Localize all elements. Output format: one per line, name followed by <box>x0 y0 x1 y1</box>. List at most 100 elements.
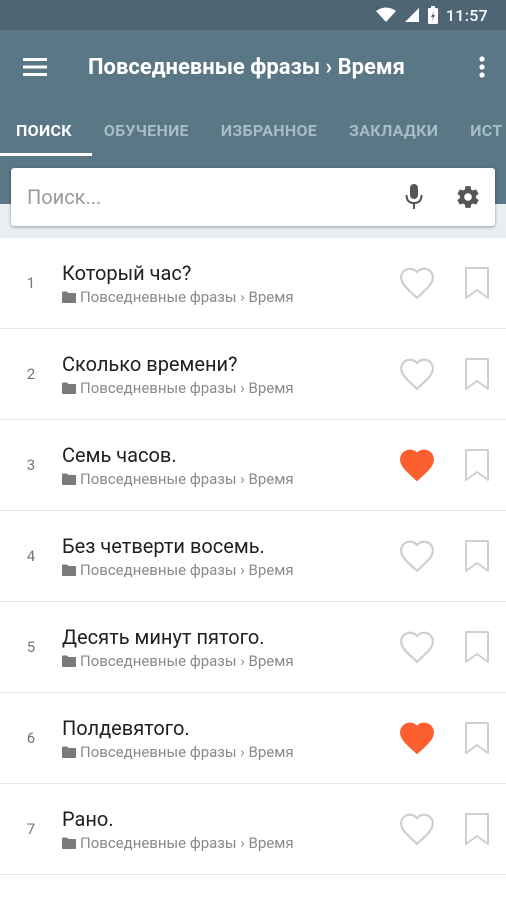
list-item[interactable]: 5 Десять минут пятого. Повседневные фраз… <box>0 602 506 693</box>
list-item[interactable]: 1 Который час? Повседневные фразы › Врем… <box>0 238 506 329</box>
search-settings-button[interactable] <box>441 184 495 210</box>
search-input[interactable]: Поиск... <box>11 168 495 226</box>
hamburger-icon <box>23 58 47 76</box>
list-item[interactable]: 2 Сколько времени? Повседневные фразы › … <box>0 329 506 420</box>
category-path: Повседневные фразы › Время <box>62 652 386 670</box>
search-area: Поиск... <box>0 156 506 238</box>
item-text-block: Сколько времени? Повседневные фразы › Вр… <box>62 352 386 397</box>
page-title: Повседневные фразы › Время <box>88 54 405 80</box>
heart-icon <box>400 267 434 300</box>
item-number: 2 <box>26 365 36 383</box>
phrase-text: Сколько времени? <box>62 351 238 376</box>
folder-icon <box>62 382 76 394</box>
bookmark-button[interactable] <box>448 721 506 755</box>
phrase-list: 1 Который час? Повседневные фразы › Врем… <box>0 238 506 900</box>
phrase-text: Десять минут пятого. <box>62 624 265 649</box>
phrase-text: Который час? <box>62 260 192 285</box>
category-path-label: Повседневные фразы › Время <box>80 560 294 579</box>
folder-icon <box>62 473 76 485</box>
tab-bar: ПОИСК ОБУЧЕНИЕ ИЗБРАННОЕ ЗАКЛАДКИ ИСТ <box>0 104 506 156</box>
battery-icon <box>427 6 438 24</box>
list-item[interactable]: 7 Рано. Повседневные фразы › Время <box>0 784 506 875</box>
heart-icon <box>400 358 434 391</box>
menu-button[interactable] <box>0 57 70 77</box>
bookmark-icon <box>465 449 489 481</box>
heart-icon <box>400 813 434 846</box>
search-placeholder: Поиск... <box>27 185 102 209</box>
category-path: Повседневные фразы › Время <box>62 743 386 761</box>
bookmark-button[interactable] <box>448 630 506 664</box>
status-time: 11:57 <box>445 5 488 25</box>
status-bar: 11:57 <box>0 0 506 30</box>
category-path: Повседневные фразы › Время <box>62 561 386 579</box>
item-text-block: Рано. Повседневные фразы › Время <box>62 807 386 852</box>
bookmark-button[interactable] <box>448 266 506 300</box>
category-path: Повседневные фразы › Время <box>62 379 386 397</box>
list-item[interactable]: 6 Полдевятого. Повседневные фразы › Врем… <box>0 693 506 784</box>
heart-icon <box>400 540 434 573</box>
category-path: Повседневные фразы › Время <box>62 834 386 852</box>
folder-icon <box>62 564 76 576</box>
item-number: 4 <box>26 547 36 565</box>
bookmark-button[interactable] <box>448 448 506 482</box>
item-number: 5 <box>26 638 36 656</box>
tab-learning[interactable]: ОБУЧЕНИЕ <box>88 104 205 156</box>
item-number: 6 <box>26 729 36 747</box>
tab-bookmarks[interactable]: ЗАКЛАДКИ <box>333 104 454 156</box>
favorite-button[interactable] <box>386 355 448 393</box>
bookmark-button[interactable] <box>448 539 506 573</box>
favorite-button[interactable] <box>386 628 448 666</box>
category-path-label: Повседневные фразы › Время <box>80 833 294 852</box>
item-text-block: Без четверти восемь. Повседневные фразы … <box>62 534 386 579</box>
folder-icon <box>62 291 76 303</box>
category-path: Повседневные фразы › Время <box>62 288 386 306</box>
tab-search[interactable]: ПОИСК <box>0 104 88 156</box>
heart-icon <box>400 722 434 755</box>
phrase-text: Семь часов. <box>62 442 177 467</box>
bookmark-icon <box>465 631 489 663</box>
bookmark-button[interactable] <box>448 357 506 391</box>
category-path-label: Повседневные фразы › Время <box>80 378 294 397</box>
phrase-text: Полдевятого. <box>62 715 190 740</box>
signal-icon <box>404 8 419 22</box>
phrase-text: Рано. <box>62 806 114 831</box>
item-number: 3 <box>26 456 36 474</box>
folder-icon <box>62 746 76 758</box>
voice-search-button[interactable] <box>387 183 441 211</box>
heart-icon <box>400 631 434 664</box>
app-bar: Повседневные фразы › Время <box>0 30 506 104</box>
list-item[interactable]: 3 Семь часов. Повседневные фразы › Время <box>0 420 506 511</box>
favorite-button[interactable] <box>386 810 448 848</box>
tab-favorites[interactable]: ИЗБРАННОЕ <box>205 104 333 156</box>
bookmark-icon <box>465 722 489 754</box>
item-text-block: Полдевятого. Повседневные фразы › Время <box>62 716 386 761</box>
category-path-label: Повседневные фразы › Время <box>80 651 294 670</box>
item-text-block: Семь часов. Повседневные фразы › Время <box>62 443 386 488</box>
item-text-block: Десять минут пятого. Повседневные фразы … <box>62 625 386 670</box>
category-path-label: Повседневные фразы › Время <box>80 287 294 306</box>
bookmark-icon <box>465 813 489 845</box>
favorite-button[interactable] <box>386 719 448 757</box>
bookmark-icon <box>465 540 489 572</box>
phrase-text: Без четверти восемь. <box>62 533 265 558</box>
heart-icon <box>400 449 434 482</box>
favorite-button[interactable] <box>386 446 448 484</box>
item-number: 1 <box>26 274 36 292</box>
bookmark-icon <box>465 358 489 390</box>
favorite-button[interactable] <box>386 537 448 575</box>
tab-history[interactable]: ИСТ <box>454 104 506 156</box>
list-item[interactable]: 4 Без четверти восемь. Повседневные фраз… <box>0 511 506 602</box>
bookmark-button[interactable] <box>448 812 506 846</box>
favorite-button[interactable] <box>386 264 448 302</box>
folder-icon <box>62 655 76 667</box>
folder-icon <box>62 837 76 849</box>
overflow-menu-button[interactable] <box>458 56 506 78</box>
wifi-icon <box>375 7 396 22</box>
gear-icon <box>457 186 479 208</box>
category-path-label: Повседневные фразы › Время <box>80 469 294 488</box>
item-number: 7 <box>26 820 36 838</box>
item-text-block: Который час? Повседневные фразы › Время <box>62 261 386 306</box>
category-path-label: Повседневные фразы › Время <box>80 742 294 761</box>
category-path: Повседневные фразы › Время <box>62 470 386 488</box>
more-vert-icon <box>479 56 485 78</box>
